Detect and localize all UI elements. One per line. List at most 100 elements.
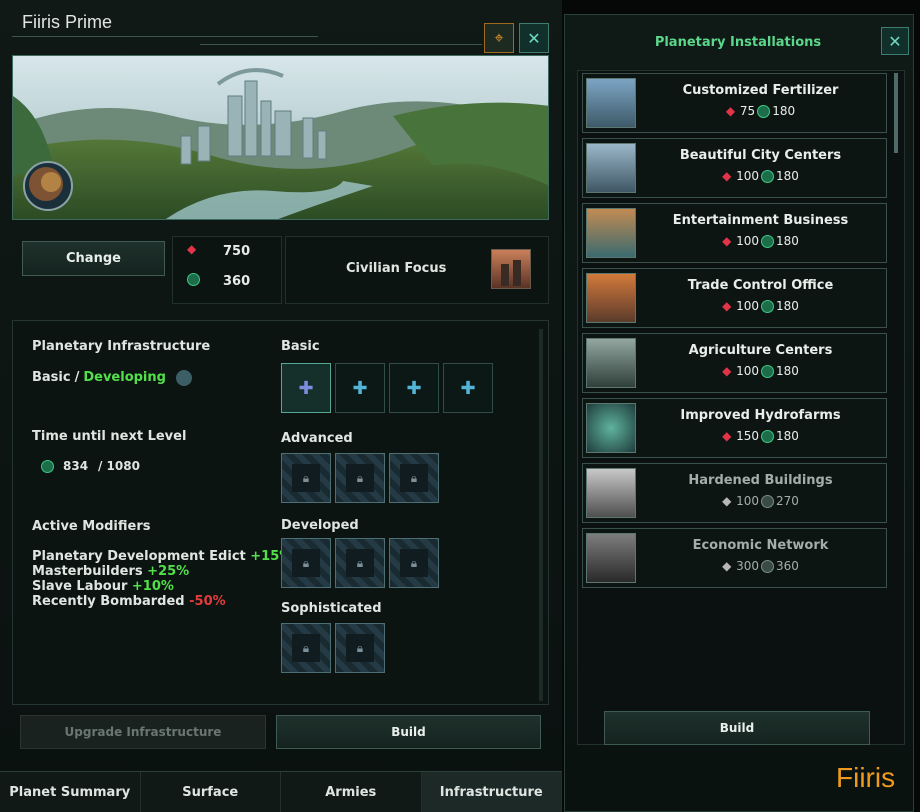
level-info-icon	[175, 370, 192, 386]
locked-slot[interactable]: 🔒︎	[335, 623, 385, 673]
installations-scrollbar[interactable]	[894, 73, 898, 153]
advanced-slots: 🔒︎ 🔒︎ 🔒︎	[281, 453, 439, 503]
page-title: Fiiris Prime	[22, 12, 112, 32]
locked-slot[interactable]: 🔒︎	[281, 538, 331, 588]
installations-close-button[interactable]: ✕	[881, 27, 909, 55]
installation-cost: ◆ 100 180	[722, 234, 799, 248]
planet-view-panel: Fiiris Prime ⌖ ✕ Change ◆ 750 360 Civili…	[0, 0, 562, 812]
time-clock-icon	[41, 460, 54, 477]
cooling-towers-icon[interactable]	[491, 249, 531, 289]
installation-thumbnail	[586, 533, 636, 583]
minerals-icon: ◆	[722, 559, 732, 573]
installation-cost: ◆ 100 180	[722, 299, 799, 313]
change-planet-button[interactable]: Change	[22, 241, 165, 276]
locked-slot[interactable]: 🔒︎	[335, 453, 385, 503]
minerals-icon: ◆	[722, 234, 732, 248]
installation-cost: ◆ 150 180	[722, 429, 799, 443]
locked-slot[interactable]: 🔒︎	[281, 623, 331, 673]
lock-icon: 🔒︎	[400, 549, 428, 577]
plus-icon: ✚	[352, 377, 368, 399]
close-button[interactable]: ✕	[519, 23, 549, 53]
level-current: Developing	[83, 370, 166, 385]
locate-camera-button[interactable]: ⌖	[484, 23, 514, 53]
minerals-value: 750	[223, 244, 251, 259]
installations-panel: Planetary Installations ✕ Customized Fer…	[564, 14, 914, 812]
installation-thumbnail	[586, 78, 636, 128]
energy-icon	[757, 104, 771, 118]
resource-box: ◆ 750 360	[172, 236, 282, 304]
installation-name: Hardened Buildings	[688, 473, 833, 488]
developed-slots: 🔒︎ 🔒︎ 🔒︎	[281, 538, 439, 588]
tab-infrastructure[interactable]: Infrastructure	[421, 772, 562, 812]
basic-slot[interactable]: ✚	[443, 363, 493, 413]
installation-name: Customized Fertilizer	[682, 83, 839, 98]
plus-icon: ✚	[460, 377, 476, 399]
installation-thumbnail	[586, 143, 636, 193]
lock-icon: 🔒︎	[400, 464, 428, 492]
installation-item[interactable]: Beautiful City Centers ◆ 100 180	[582, 138, 887, 198]
developed-slots-label: Developed	[281, 518, 359, 533]
minerals-icon: ◆	[722, 169, 732, 183]
basic-slot[interactable]: ✚	[281, 363, 331, 413]
scrollbar[interactable]	[539, 329, 543, 701]
energy-icon	[761, 234, 774, 248]
installation-name: Trade Control Office	[687, 278, 834, 293]
crosshair-icon: ⌖	[494, 28, 504, 47]
locked-slot[interactable]: 🔒︎	[335, 538, 385, 588]
installation-cost: ◆ 300 360	[722, 559, 799, 573]
title-divider-2	[200, 44, 482, 45]
lock-icon: 🔒︎	[292, 634, 320, 662]
energy-icon	[761, 299, 774, 313]
basic-slot[interactable]: ✚	[389, 363, 439, 413]
modifier-row: Slave Labour +10%	[32, 579, 174, 594]
minerals-icon: ◆	[722, 494, 732, 508]
level-basic: Basic	[32, 370, 71, 385]
infrastructure-title: Planetary Infrastructure	[32, 339, 211, 354]
build-button[interactable]: Build	[276, 715, 541, 749]
installation-name: Entertainment Business	[672, 213, 849, 228]
basic-slots: ✚ ✚ ✚ ✚	[281, 363, 493, 413]
installation-item[interactable]: Economic Network ◆ 300 360	[582, 528, 887, 588]
basic-slot[interactable]: ✚	[335, 363, 385, 413]
modifier-row: Recently Bombarded -50%	[32, 594, 226, 609]
lock-icon: 🔒︎	[346, 464, 374, 492]
tab-bar: Planet Summary Surface Armies Infrastruc…	[0, 771, 562, 812]
tab-armies[interactable]: Armies	[281, 772, 422, 812]
installation-item[interactable]: Hardened Buildings ◆ 100 270	[582, 463, 887, 523]
minerals-icon: ◆	[722, 429, 732, 443]
time-label: Time until next Level	[32, 429, 187, 444]
installation-name: Economic Network	[692, 538, 829, 553]
installation-name: Improved Hydrofarms	[680, 408, 841, 423]
minerals-icon: ◆	[722, 299, 732, 313]
time-value: 834	[63, 459, 89, 473]
focus-label: Civilian Focus	[346, 261, 447, 276]
sophisticated-slots: 🔒︎ 🔒︎	[281, 623, 385, 673]
installation-thumbnail	[586, 403, 636, 453]
tab-surface[interactable]: Surface	[140, 772, 281, 812]
installation-cost: ◆ 100 180	[722, 364, 799, 378]
installation-name: Agriculture Centers	[688, 343, 833, 358]
time-total: / 1080	[98, 459, 140, 473]
lock-icon: 🔒︎	[292, 549, 320, 577]
locked-slot[interactable]: 🔒︎	[389, 538, 439, 588]
planet-watermark: Fiiris	[836, 762, 896, 793]
plus-icon: ✚	[406, 377, 422, 399]
planet-globe-icon[interactable]	[20, 162, 70, 212]
upgrade-infrastructure-button[interactable]: Upgrade Infrastructure	[20, 715, 266, 749]
minerals-icon: ◆	[187, 242, 197, 256]
locked-slot[interactable]: 🔒︎	[389, 453, 439, 503]
installation-item[interactable]: Customized Fertilizer ◆ 75 180	[582, 73, 887, 133]
locked-slot[interactable]: 🔒︎	[281, 453, 331, 503]
energy-icon	[761, 169, 774, 183]
lock-icon: 🔒︎	[346, 549, 374, 577]
installation-item[interactable]: Entertainment Business ◆ 100 180	[582, 203, 887, 263]
minerals-icon: ◆	[722, 364, 732, 378]
installations-build-button[interactable]: Build	[604, 711, 870, 745]
tab-planet-summary[interactable]: Planet Summary	[0, 772, 141, 812]
installation-item[interactable]: Trade Control Office ◆ 100 180	[582, 268, 887, 328]
lock-icon: 🔒︎	[292, 464, 320, 492]
planet-image	[12, 55, 549, 220]
installation-item[interactable]: Agriculture Centers ◆ 100 180	[582, 333, 887, 393]
installations-title: Planetary Installations	[654, 35, 822, 50]
installation-item[interactable]: Improved Hydrofarms ◆ 150 180	[582, 398, 887, 458]
